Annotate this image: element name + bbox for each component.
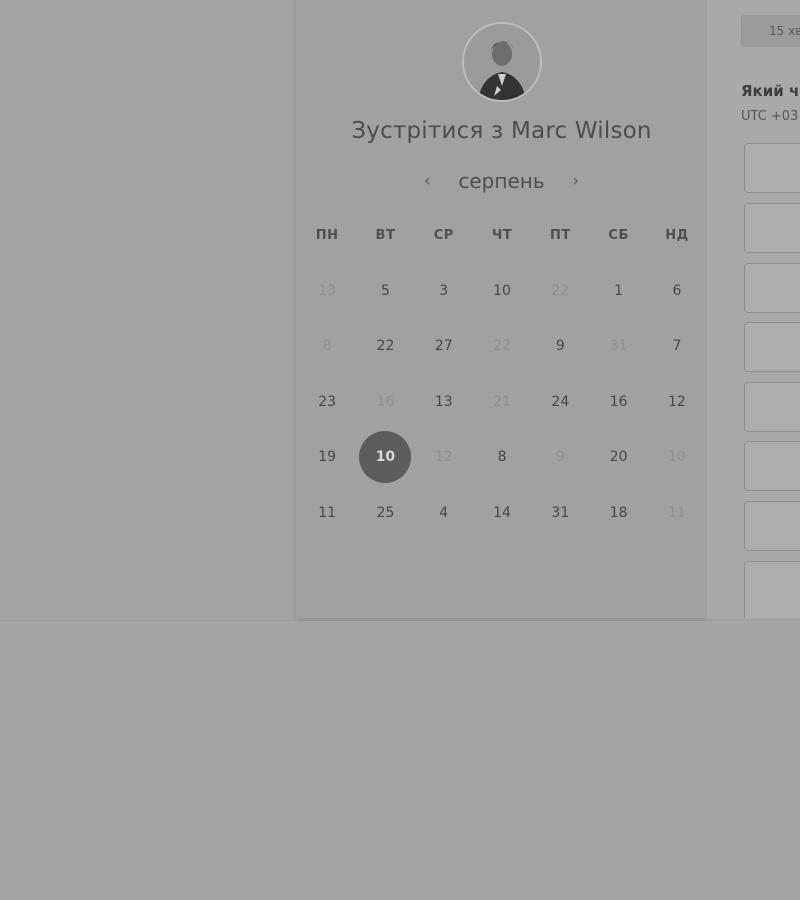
day-number: 8 — [497, 449, 507, 466]
calendar-day[interactable]: 18 — [589, 485, 647, 541]
page-title: Зустрітися з Marc Wilson — [351, 118, 652, 144]
day-number: 13 — [434, 393, 453, 410]
day-number: 20 — [609, 449, 628, 466]
chevron-right-icon[interactable]: › — [563, 171, 589, 191]
day-number: 10 — [493, 282, 511, 299]
calendar-day[interactable]: 22 — [356, 319, 414, 375]
day-number: 31 — [551, 504, 570, 521]
time-slot-button[interactable] — [744, 382, 800, 432]
day-number: 13 — [318, 282, 337, 299]
day-number: 16 — [609, 393, 628, 410]
calendar-day[interactable]: 7 — [648, 319, 706, 375]
day-number: 21 — [493, 393, 511, 410]
day-number: 18 — [609, 504, 628, 521]
day-number: 9 — [555, 338, 565, 355]
weekday-label: ПН — [315, 228, 339, 243]
calendar-day: 16 — [356, 374, 414, 430]
calendar-day: 10 — [648, 430, 706, 486]
day-number: 14 — [493, 504, 511, 521]
person-photo-icon — [464, 24, 540, 100]
calendar-day: 13 — [298, 263, 356, 319]
day-number: 6 — [672, 282, 682, 299]
calendar-day: 9 — [531, 430, 589, 486]
duration-tab[interactable]: 15 хв — [741, 15, 800, 47]
calendar-day[interactable]: 14 — [473, 485, 531, 541]
time-slot-button[interactable] — [744, 143, 800, 193]
time-slot-button[interactable] — [744, 441, 800, 491]
calendar-day-grid: 13 5 3 10 22 1 6 8 22 27 22 9 31 7 23 16 13 21 24 16 12 19 10 1… — [298, 263, 706, 541]
calendar-day: 21 — [473, 374, 531, 430]
time-slot-button[interactable] — [744, 263, 800, 313]
day-number: 8 — [322, 338, 332, 355]
weekday-header: ПН ВТ СР ЧТ ПТ СБ НД — [298, 228, 706, 248]
weekday-label: НД — [665, 228, 689, 243]
calendar-day: 8 — [298, 319, 356, 375]
calendar-day[interactable]: 24 — [531, 374, 589, 430]
calendar-day[interactable]: 23 — [298, 374, 356, 430]
day-number: 10 — [359, 431, 412, 484]
time-slot-button[interactable] — [744, 203, 800, 253]
calendar-day: 22 — [531, 263, 589, 319]
calendar-day[interactable]: 13 — [415, 374, 473, 430]
time-slot-button[interactable] — [744, 561, 800, 618]
day-number: 7 — [672, 338, 682, 355]
calendar-day[interactable]: 4 — [415, 485, 473, 541]
calendar-day[interactable]: 11 — [298, 485, 356, 541]
calendar-day: 31 — [589, 319, 647, 375]
calendar-day[interactable]: 1 — [589, 263, 647, 319]
day-number: 22 — [376, 338, 395, 355]
calendar-day[interactable]: 8 — [473, 430, 531, 486]
calendar-day: 12 — [415, 430, 473, 486]
time-slot-button[interactable] — [744, 322, 800, 372]
day-number: 12 — [434, 449, 453, 466]
day-number: 10 — [668, 449, 686, 466]
weekday-label: ЧТ — [491, 228, 513, 243]
day-number: 1 — [614, 282, 624, 299]
day-number: 12 — [668, 393, 686, 410]
weekday-label: СР — [433, 228, 454, 243]
day-number: 31 — [609, 338, 628, 355]
time-slot-button[interactable] — [744, 501, 800, 551]
chevron-left-icon[interactable]: ‹ — [414, 171, 440, 191]
calendar-day-selected[interactable]: 10 — [356, 430, 414, 486]
calendar-day[interactable]: 3 — [415, 263, 473, 319]
month-label: серпень — [458, 169, 545, 193]
calendar-day[interactable]: 31 — [531, 485, 589, 541]
day-number: 4 — [439, 504, 449, 521]
calendar-day[interactable]: 19 — [298, 430, 356, 486]
calendar-day[interactable]: 16 — [589, 374, 647, 430]
calendar-day[interactable]: 6 — [648, 263, 706, 319]
calendar-day[interactable]: 9 — [531, 319, 589, 375]
calendar-day[interactable]: 20 — [589, 430, 647, 486]
host-avatar — [462, 22, 542, 102]
calendar-day[interactable]: 27 — [415, 319, 473, 375]
calendar-day[interactable]: 12 — [648, 374, 706, 430]
calendar-day[interactable]: 25 — [356, 485, 414, 541]
day-number: 19 — [318, 449, 337, 466]
weekday-label: ПТ — [549, 228, 571, 243]
day-number: 22 — [551, 282, 570, 299]
day-number: 25 — [376, 504, 395, 521]
day-number: 3 — [439, 282, 449, 299]
weekday-label: ВТ — [375, 228, 396, 243]
time-question-heading: Який ча — [741, 82, 800, 100]
weekday-label: СБ — [608, 228, 629, 243]
calendar-day: 22 — [473, 319, 531, 375]
timezone-label[interactable]: UTC +03 — [741, 109, 798, 124]
day-number: 24 — [551, 393, 570, 410]
day-number: 27 — [434, 338, 453, 355]
calendar-day[interactable]: 5 — [356, 263, 414, 319]
day-number: 22 — [493, 338, 511, 355]
day-number: 16 — [376, 393, 395, 410]
day-number: 23 — [318, 393, 337, 410]
calendar-day: 11 — [648, 485, 706, 541]
day-number: 9 — [555, 449, 565, 466]
month-navigation: ‹ серпень › — [296, 166, 707, 196]
calendar-day[interactable]: 10 — [473, 263, 531, 319]
day-number: 11 — [668, 504, 686, 521]
day-number: 11 — [318, 504, 337, 521]
day-number: 5 — [380, 282, 390, 299]
